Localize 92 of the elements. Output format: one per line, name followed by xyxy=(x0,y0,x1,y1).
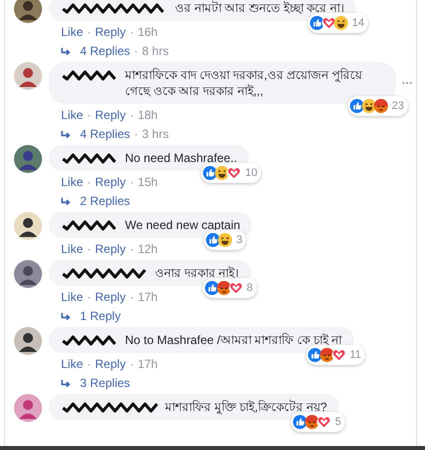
like-reaction-icon xyxy=(293,415,308,429)
reaction-count[interactable]: 5 xyxy=(291,412,346,432)
comment-text: মাশরাফিকে বাদ দেওয়া দরকার,ওর প্রয়োজন পুরিয়ে গেছে ওকে আর দরকার নাই,,, xyxy=(125,67,364,99)
avatar[interactable] xyxy=(14,260,42,288)
replies-meta: · xyxy=(134,43,138,60)
comment-text: মাশরাফির মুক্তি চাই,ক্রিকেটের নয়? xyxy=(165,399,328,415)
action-link[interactable]: Reply xyxy=(95,174,126,191)
action-link[interactable]: Like xyxy=(61,174,84,191)
reaction-count[interactable]: 8 xyxy=(202,278,257,298)
avatar[interactable] xyxy=(14,212,42,240)
replies-link[interactable]: 4 Replies xyxy=(80,42,130,60)
comment-meta: · xyxy=(130,289,134,306)
comment-meta: 15h xyxy=(138,174,158,191)
reaction-count-text: 10 xyxy=(245,166,258,181)
like-reaction-icon xyxy=(203,166,218,180)
heart-reaction-icon xyxy=(228,281,243,295)
reaction-count-text: 14 xyxy=(352,16,364,31)
action-link[interactable]: Like xyxy=(61,356,84,373)
comment-text: We need new captain xyxy=(125,217,240,233)
replies-link[interactable]: 2 Replies xyxy=(80,192,130,210)
reply-arrow-icon xyxy=(61,196,72,206)
comment-meta: · xyxy=(87,241,92,258)
angry-face-icon xyxy=(216,281,231,295)
angry-face-icon xyxy=(374,99,388,113)
heart-reaction-icon xyxy=(227,166,242,180)
reaction-count[interactable]: 3 xyxy=(204,230,246,250)
replies-link[interactable]: 4 Replies xyxy=(80,125,130,143)
comment-text: ওনার দরকার নাই। xyxy=(155,265,239,281)
comment-meta: · xyxy=(130,107,134,124)
comment-meta: · xyxy=(130,24,134,41)
comment-text: No need Mashrafee.. xyxy=(125,150,238,166)
action-link[interactable]: Like xyxy=(61,24,84,41)
like-reaction-icon xyxy=(204,281,219,295)
action-link[interactable]: Reply xyxy=(95,24,126,41)
comment-meta: 16h xyxy=(138,24,158,41)
reaction-count-text: 3 xyxy=(236,233,242,248)
comment-meta: · xyxy=(87,289,92,306)
replies-link[interactable]: 1 Reply xyxy=(80,307,121,325)
avatar[interactable] xyxy=(14,0,42,23)
laughing-face-icon xyxy=(334,16,348,30)
action-link[interactable]: Reply xyxy=(95,289,126,306)
like-reaction-icon xyxy=(308,348,322,362)
reply-arrow-icon xyxy=(61,130,72,138)
reaction-count[interactable]: 10 xyxy=(201,163,262,183)
action-link[interactable]: Like xyxy=(61,107,84,124)
reaction-count-text: 11 xyxy=(350,348,362,363)
action-link[interactable]: Reply xyxy=(95,241,126,258)
heart-reaction-icon xyxy=(322,16,336,30)
comment-meta: 17h xyxy=(138,289,158,306)
action-link[interactable]: Reply xyxy=(95,107,126,124)
replies-link[interactable]: 3 Replies xyxy=(80,374,130,392)
comment-meta: 18h xyxy=(138,107,158,124)
avatar[interactable] xyxy=(14,62,42,90)
reply-arrow-icon xyxy=(61,378,72,388)
laughing-face-icon xyxy=(362,99,376,113)
reaction-count-text: 8 xyxy=(246,281,253,296)
action-link[interactable]: Like xyxy=(61,241,84,258)
laughing-face-icon xyxy=(215,166,230,180)
action-link[interactable]: Like xyxy=(61,289,84,306)
reaction-count-text: 5 xyxy=(335,415,342,430)
reply-arrow-icon xyxy=(61,46,72,56)
angry-face-icon xyxy=(305,415,320,429)
comment-meta: 17h xyxy=(138,356,158,373)
reply-arrow-icon xyxy=(61,312,72,320)
reaction-count[interactable]: 14 xyxy=(308,13,368,33)
reaction-count[interactable]: 11 xyxy=(306,345,366,365)
heart-reaction-icon xyxy=(332,348,346,362)
comment-meta: · xyxy=(130,356,134,373)
comment-meta: · xyxy=(87,24,92,41)
comment-text: No to Mashrafee /আমরা মাশরাফি কে চাই না xyxy=(125,332,342,348)
comment-meta: · xyxy=(87,174,92,191)
replies-meta: 3 hrs xyxy=(142,126,169,143)
comment-text: ওর নামটা আর শুনতে ইচ্ছা করে না। xyxy=(175,0,344,16)
comment-meta: · xyxy=(130,174,134,191)
comment-meta: · xyxy=(87,356,92,373)
avatar[interactable] xyxy=(14,327,42,355)
more-options-icon[interactable] xyxy=(402,81,412,85)
like-reaction-icon xyxy=(310,16,324,30)
action-link[interactable]: Reply xyxy=(95,356,126,373)
replies-meta: · xyxy=(134,126,138,143)
comment-meta: 12h xyxy=(138,241,158,258)
comment-meta: · xyxy=(130,241,134,258)
reaction-count-text: 23 xyxy=(392,99,404,114)
heart-reaction-icon xyxy=(317,415,332,429)
angry-face-icon xyxy=(320,348,334,362)
reaction-count[interactable]: 23 xyxy=(348,96,408,116)
avatar[interactable] xyxy=(14,145,42,173)
like-reaction-icon xyxy=(350,99,364,113)
comment-meta: · xyxy=(87,107,92,124)
like-reaction-icon xyxy=(206,233,220,247)
laughing-face-icon xyxy=(218,233,232,247)
replies-meta: 8 hrs xyxy=(142,43,169,60)
